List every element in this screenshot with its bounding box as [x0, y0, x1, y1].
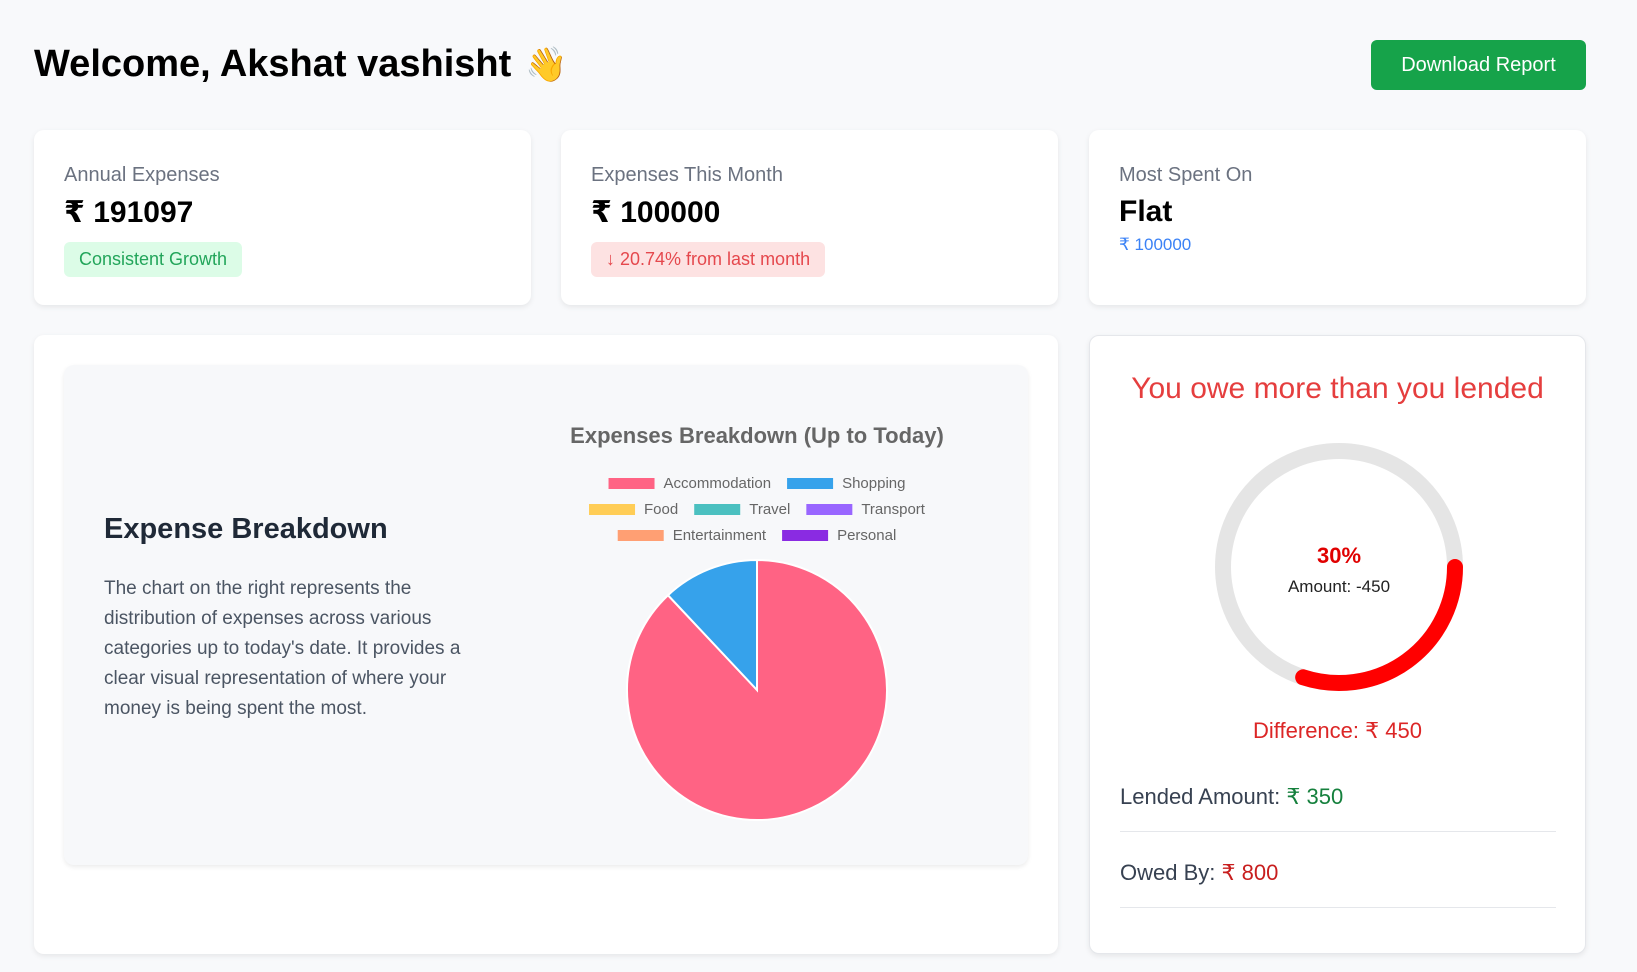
- lended-amount-row: Lended Amount: ₹ 350: [1120, 784, 1556, 832]
- legend-swatch: [782, 530, 829, 541]
- most-spent-card: Most Spent On Flat ₹ 100000: [1089, 130, 1586, 305]
- lended-amount-value: ₹ 350: [1286, 784, 1344, 809]
- owe-summary-card: You owe more than you lended 30% Amount:…: [1089, 335, 1586, 954]
- owe-progress-ring: 30% Amount: -450: [1215, 443, 1463, 691]
- owed-by-value: ₹ 800: [1221, 860, 1279, 885]
- legend-swatch: [787, 478, 834, 489]
- chart-legend: Accommodation Shopping Food Travel Transport…: [589, 475, 926, 544]
- legend-swatch: [694, 504, 741, 515]
- legend-item-transport[interactable]: Transport: [806, 501, 926, 518]
- legend-swatch: [617, 530, 664, 541]
- owed-by-row: Owed By: ₹ 800: [1120, 860, 1556, 908]
- monthly-expenses-value: ₹ 100000: [591, 196, 721, 229]
- expenses-pie-chart: Expenses Breakdown (Up to Today) Accommo…: [570, 423, 944, 821]
- owed-by-label: Owed By:: [1120, 860, 1216, 885]
- monthly-expenses-card: Expenses This Month ₹ 100000 ↓ 20.74% fr…: [561, 130, 1058, 305]
- monthly-expenses-label: Expenses This Month: [591, 164, 783, 186]
- expense-breakdown-description: The chart on the right represents the di…: [104, 578, 461, 719]
- most-spent-label: Most Spent On: [1119, 164, 1253, 186]
- legend-swatch: [608, 478, 655, 489]
- legend-label: Travel: [749, 501, 790, 518]
- legend-item-personal[interactable]: Personal: [782, 527, 896, 544]
- chart-title: Expenses Breakdown (Up to Today): [570, 423, 944, 448]
- download-report-button[interactable]: Download Report: [1371, 40, 1586, 90]
- annual-expenses-card: Annual Expenses ₹ 191097 Consistent Grow…: [34, 130, 531, 305]
- legend-label: Transport: [861, 501, 925, 518]
- most-spent-amount: ₹ 100000: [1119, 235, 1192, 254]
- legend-label: Shopping: [842, 475, 905, 492]
- difference-amount: Difference: ₹ 450: [1253, 718, 1422, 743]
- expense-breakdown-card: Expense Breakdown The chart on the right…: [34, 335, 1058, 954]
- pie-slices: [626, 558, 888, 821]
- progress-amount: Amount: -450: [1288, 577, 1390, 596]
- wave-icon: 👋: [525, 45, 568, 85]
- legend-item-accommodation[interactable]: Accommodation: [608, 475, 772, 492]
- consistent-growth-badge: Consistent Growth: [64, 242, 243, 277]
- annual-expenses-value: ₹ 191097: [64, 196, 194, 229]
- legend-swatch: [806, 504, 853, 515]
- legend-swatch: [589, 504, 636, 515]
- legend-label: Entertainment: [673, 527, 767, 544]
- legend-item-travel[interactable]: Travel: [694, 501, 790, 518]
- legend-label: Accommodation: [664, 475, 772, 492]
- annual-expenses-label: Annual Expenses: [64, 164, 220, 186]
- progress-percent: 30%: [1317, 543, 1361, 568]
- legend-item-shopping[interactable]: Shopping: [787, 475, 905, 492]
- legend-label: Personal: [837, 527, 896, 544]
- lended-amount-label: Lended Amount:: [1120, 784, 1281, 809]
- expense-breakdown-title: Expense Breakdown: [104, 513, 388, 545]
- expense-breakdown-panel: Expense Breakdown The chart on the right…: [64, 365, 1028, 865]
- legend-item-entertainment[interactable]: Entertainment: [617, 527, 767, 544]
- page-header: Welcome, Akshat vashisht 👋 Download Repor…: [34, 38, 1586, 90]
- most-spent-category: Flat: [1119, 195, 1173, 228]
- legend-label: Food: [644, 501, 678, 518]
- welcome-text: Welcome, Akshat vashisht: [34, 43, 512, 85]
- legend-item-food[interactable]: Food: [589, 501, 678, 518]
- owe-status-title: You owe more than you lended: [1131, 372, 1544, 405]
- welcome-title: Welcome, Akshat vashisht 👋: [34, 43, 568, 86]
- monthly-change-badge: ↓ 20.74% from last month: [591, 242, 826, 277]
